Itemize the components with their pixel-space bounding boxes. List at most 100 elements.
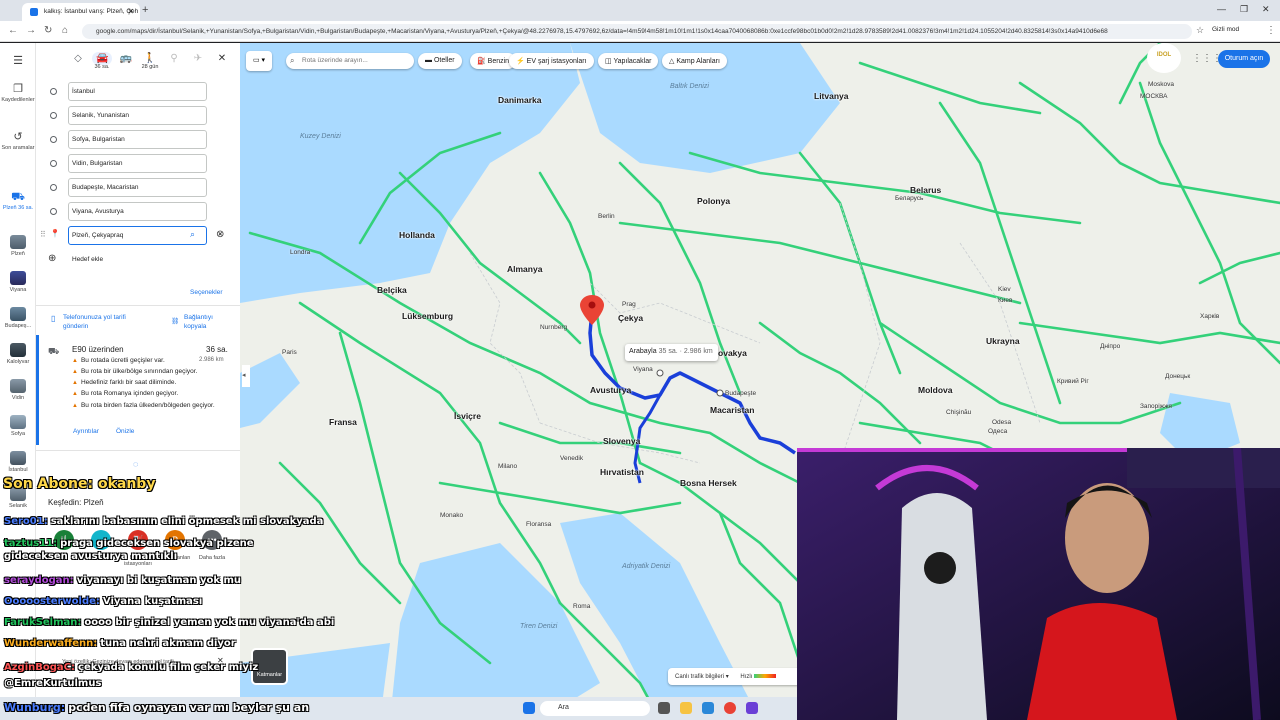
chat-message: Wunburg: pcden fifa oynayan var mı beyler… — [4, 701, 309, 714]
place-thumbnail — [10, 343, 26, 357]
menu-icon[interactable]: ⋮ — [1266, 25, 1276, 36]
start-icon[interactable] — [523, 702, 535, 714]
taskbar-search[interactable]: Ara — [540, 701, 650, 716]
phone-icon: ▯ — [51, 314, 56, 323]
file-explorer-icon[interactable] — [680, 702, 692, 714]
destination-pin-icon: 📍 — [50, 229, 60, 238]
sign-in-button[interactable]: Oturum açın — [1218, 50, 1270, 68]
ev-plug-icon: ⚡ — [516, 58, 527, 65]
rail-saved[interactable]: ❐ Kaydedilenler — [0, 83, 36, 103]
mode-bike[interactable]: ⚲ — [164, 53, 184, 64]
city-label-native: Дніпро — [1100, 343, 1121, 350]
rail-recent-place[interactable]: Plzeň — [0, 235, 36, 257]
chair-logo — [924, 552, 956, 584]
collapse-panel-button[interactable]: ◂ — [242, 365, 250, 387]
country-label: Moldova — [918, 385, 953, 395]
divider — [36, 305, 240, 306]
chip-things-to-do[interactable]: ◫ Yapılacaklar — [598, 53, 659, 69]
obs-icon[interactable] — [746, 702, 758, 714]
rail-label: Kalolyvar — [6, 359, 30, 365]
country-label-native: Беларусь — [895, 195, 924, 202]
drag-handle-icon[interactable]: ⠿ — [40, 230, 46, 239]
options-button[interactable]: Seçenekler — [190, 289, 223, 296]
car-icon: ⛟ — [48, 346, 60, 356]
waypoint-field[interactable]: Sofya, Bulgaristan — [68, 130, 207, 149]
maximize-icon[interactable]: ❐ — [1240, 4, 1248, 15]
rail-recent-place[interactable]: Sofya — [0, 415, 36, 437]
mode-car[interactable]: 🚘 36 sa. — [92, 52, 113, 70]
chip-ev[interactable]: ⚡ EV şarj istasyonları — [509, 53, 594, 69]
rail-recent-place[interactable]: Budapeş... — [0, 307, 36, 329]
add-destination-button[interactable]: Hedef ekle — [72, 256, 103, 263]
search-icon: ⌕ — [290, 56, 295, 65]
city-label-native: Одеса — [988, 428, 1008, 435]
waypoint-field[interactable]: Viyana, Avusturya — [68, 202, 207, 221]
country-label: Çekya — [618, 313, 644, 323]
tab-title: kalkış: İstanbul varış: Plzeň, Çeh — [44, 8, 139, 15]
city-label-native: Запоріжжя — [1140, 403, 1172, 410]
country-label: Lüksemburg — [402, 311, 454, 321]
logo-text: IDOL — [1156, 52, 1172, 58]
mode-walk[interactable]: 🚶 28 gün — [140, 53, 160, 70]
remove-waypoint-icon[interactable]: ⊗ — [216, 229, 224, 240]
preview-button[interactable]: Önizle — [116, 428, 134, 435]
rail-recent[interactable]: ↺ Son aramalar — [0, 131, 36, 151]
webcam-image — [797, 448, 1280, 720]
rail-recent-place[interactable]: Viyana — [0, 271, 36, 293]
home-icon[interactable]: ⌂ — [62, 25, 68, 36]
route-search-input[interactable]: Rota üzerinde arayın... — [286, 53, 414, 69]
country-label: Danimarka — [498, 95, 542, 105]
close-directions-button[interactable]: ✕ — [212, 53, 232, 64]
destination-field[interactable]: Plzeň, Çekyapraq — [68, 226, 207, 245]
details-button[interactable]: Ayrıntılar — [73, 428, 99, 435]
mode-flight[interactable]: ✈ — [188, 53, 208, 64]
close-window-icon[interactable]: ✕ — [1262, 4, 1270, 15]
waypoint-vienna — [656, 369, 664, 377]
traffic-legend[interactable]: Canlı trafik bilgileri ▾ Hızlı — [668, 668, 801, 685]
minimize-icon[interactable]: — — [1217, 4, 1226, 14]
rail-directions[interactable]: ⛟ Plzeň 36 sa. — [0, 191, 36, 211]
route-callout-info: 35 sa. · 2.986 km — [658, 348, 713, 355]
menu-button[interactable]: ☰ — [0, 55, 36, 69]
mode-best[interactable]: ◇ — [68, 53, 88, 64]
new-tab-button[interactable]: + — [142, 4, 148, 16]
layers-label: Katmanlar — [256, 672, 283, 678]
rail-recent-place[interactable]: Vidin — [0, 379, 36, 401]
chat-text: çekyada konulu film çeker miyiz — [78, 662, 259, 673]
divider — [36, 450, 240, 451]
chip-hotels[interactable]: ▬ Oteller — [418, 53, 462, 69]
country-label: Almanya — [507, 264, 543, 274]
country-label: Avusturya — [590, 385, 632, 395]
close-tab-icon[interactable]: ✕ — [127, 7, 134, 16]
send-to-phone-button[interactable]: Telefonunuza yol tarifi gönderin — [63, 313, 143, 331]
add-icon[interactable]: ⊕ — [48, 253, 56, 264]
copy-link-button[interactable]: Bağlantıyı kopyala — [184, 313, 234, 331]
route-time: 36 sa. — [206, 345, 228, 354]
bookmark-star-icon[interactable]: ☆ — [1196, 25, 1204, 36]
chip-campgrounds[interactable]: △ Kamp Alanları — [662, 53, 727, 69]
route-via: E90 üzerinden — [72, 345, 124, 354]
search-icon[interactable]: ⌕ — [190, 229, 195, 240]
waypoint-field[interactable]: Selanik, Yunanistan — [68, 106, 207, 125]
incognito-label[interactable]: Gizli mod — [1212, 26, 1239, 33]
browser-tab[interactable]: kalkış: İstanbul varış: Plzeň, Çeh ✕ — [22, 3, 140, 21]
waypoint-field[interactable]: Vidin, Bulgaristan — [68, 154, 207, 173]
chat-message: Wunderwaffenn: tuna nehri akmam diyor — [4, 638, 236, 649]
url-field[interactable]: google.com/maps/dir/İstanbul/Selanik,+Yu… — [82, 24, 1192, 39]
forward-icon[interactable]: → — [26, 25, 36, 36]
chrome-icon[interactable] — [724, 702, 736, 714]
route-callout[interactable]: Arabayla 35 sa. · 2.986 km — [625, 344, 718, 361]
mode-transit[interactable]: 🚌 — [116, 53, 136, 64]
store-icon[interactable] — [702, 702, 714, 714]
city-label-native: Киев — [998, 297, 1013, 304]
back-icon[interactable]: ← — [8, 25, 18, 36]
reload-icon[interactable]: ↻ — [44, 25, 52, 36]
waypoint-field[interactable]: İstanbul — [68, 82, 207, 101]
rail-recent-place[interactable]: İstanbul — [0, 451, 36, 473]
country-label: Fransa — [329, 417, 357, 427]
waypoint-field[interactable]: Budapeşte, Macaristan — [68, 178, 207, 197]
rail-recent-place[interactable]: Kalolyvar — [0, 343, 36, 365]
map-type-button[interactable]: ▭ ▾ — [246, 51, 272, 71]
task-view-icon[interactable] — [658, 702, 670, 714]
city-label-native: Odesa — [992, 419, 1012, 426]
